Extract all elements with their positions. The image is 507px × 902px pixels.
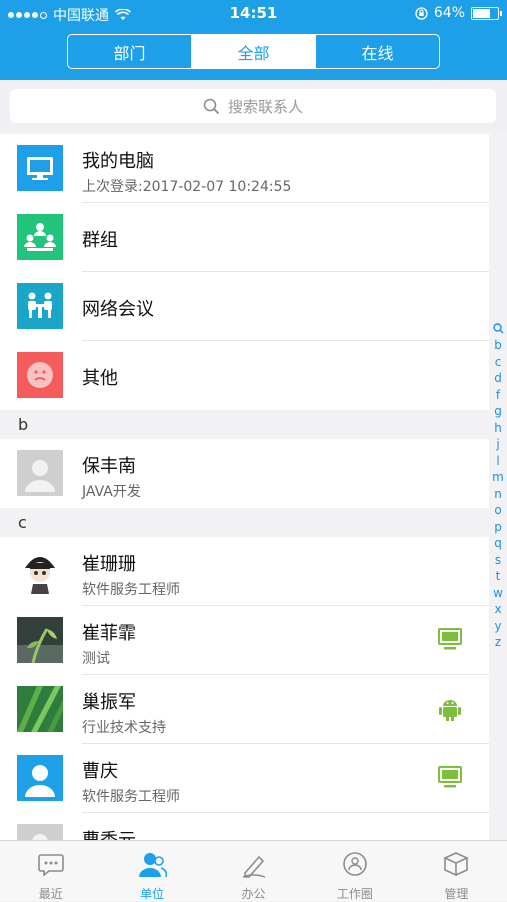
android-icon xyxy=(438,696,462,722)
contact-name: 曹秀元 xyxy=(82,826,136,840)
index-letter-b[interactable]: b xyxy=(494,337,502,354)
photo-leaf-avatar xyxy=(17,686,63,732)
index-search-icon[interactable] xyxy=(492,323,504,334)
default-avatar xyxy=(17,450,63,496)
tab-bar: 最近 单位 办公 工作圈 管理 xyxy=(0,840,507,901)
item-title: 其他 xyxy=(82,368,118,389)
other-icon xyxy=(17,352,63,398)
contact-name: 崔菲霏 xyxy=(82,623,136,644)
contact-row[interactable]: 崔珊珊软件服务工程师 xyxy=(0,537,489,606)
item-subtitle: 上次登录:2017-02-07 10:24:55 xyxy=(82,179,292,195)
search-input[interactable]: 搜索联系人 xyxy=(10,89,496,123)
contact-name: 曹庆 xyxy=(82,761,118,782)
segment-tab-0[interactable]: 部门 xyxy=(68,35,191,68)
group-icon xyxy=(17,214,63,260)
tab-label: 办公 xyxy=(241,887,266,901)
segment-tab-1[interactable]: 全部 xyxy=(191,35,315,68)
section-header-c: c xyxy=(0,508,489,537)
search-area: 搜索联系人 xyxy=(0,80,507,132)
box-icon xyxy=(441,849,471,882)
list-item-other[interactable]: 其他 xyxy=(0,341,489,410)
list-item-group[interactable]: 群组 xyxy=(0,203,489,272)
contact-name: 巢振军 xyxy=(82,692,136,713)
index-letter-y[interactable]: y xyxy=(494,618,501,635)
list-item-meeting[interactable]: 网络会议 xyxy=(0,272,489,341)
section-header-b: b xyxy=(0,410,489,439)
index-letter-s[interactable]: s xyxy=(495,552,501,569)
index-letter-w[interactable]: w xyxy=(493,585,503,602)
photo-plant-avatar xyxy=(17,617,63,664)
segment-tab-2[interactable]: 在线 xyxy=(315,35,439,68)
blue-default-avatar xyxy=(17,755,63,801)
contact-title: 测试 xyxy=(82,651,110,667)
status-bar: 中国联通 14:51 64% xyxy=(0,0,507,28)
chat-icon xyxy=(36,849,66,882)
index-letter-t[interactable]: t xyxy=(496,568,501,585)
header: 中国联通 14:51 64% 部门 全部 在线 xyxy=(0,0,507,80)
contact-row[interactable]: 巢振军 行业技术支持 xyxy=(0,675,489,744)
contact-list: 我的电脑 上次登录:2017-02-07 10:24:55 群组 网络会议 其他 b 保丰南… xyxy=(0,134,489,840)
battery-percent: 64% xyxy=(433,5,465,21)
pc-icon xyxy=(438,765,462,791)
rotation-lock-icon xyxy=(415,6,428,20)
index-letter-m[interactable]: m xyxy=(492,469,504,486)
tab-3[interactable]: 工作圈 xyxy=(304,841,405,901)
contact-row[interactable]: 曹秀元 xyxy=(0,813,489,840)
circle-icon xyxy=(340,849,370,882)
contacts-icon xyxy=(137,849,168,882)
index-letter-l[interactable]: l xyxy=(496,453,499,470)
index-letter-g[interactable]: g xyxy=(494,403,502,420)
contact-name: 崔珊珊 xyxy=(82,554,136,575)
contact-title: 行业技术支持 xyxy=(82,720,166,736)
index-letter-h[interactable]: h xyxy=(494,420,502,437)
index-letter-z[interactable]: z xyxy=(495,634,501,651)
tab-4[interactable]: 管理 xyxy=(406,841,507,901)
contact-title: 软件服务工程师 xyxy=(82,582,180,598)
index-letter-d[interactable]: d xyxy=(494,370,502,387)
contact-row[interactable]: 崔菲霏 测试 xyxy=(0,606,489,675)
tab-label: 最近 xyxy=(38,887,63,901)
segment-control: 部门 全部 在线 xyxy=(67,34,440,69)
computer-icon xyxy=(17,145,63,191)
battery-icon xyxy=(471,6,502,20)
contact-name: 保丰南 xyxy=(82,456,136,477)
pen-icon xyxy=(239,849,269,882)
item-title: 网络会议 xyxy=(82,299,154,320)
search-icon xyxy=(203,98,220,114)
cartoon-avatar xyxy=(17,548,63,594)
list-item-computer[interactable]: 我的电脑上次登录:2017-02-07 10:24:55 xyxy=(0,134,489,203)
index-letter-x[interactable]: x xyxy=(494,601,501,618)
tab-1[interactable]: 单位 xyxy=(101,841,202,901)
tab-2[interactable]: 办公 xyxy=(203,841,304,901)
tab-0[interactable]: 最近 xyxy=(0,841,101,901)
default-avatar xyxy=(17,824,63,840)
contact-title: JAVA开发 xyxy=(82,484,141,500)
item-title: 我的电脑 xyxy=(82,151,154,172)
item-title: 群组 xyxy=(82,230,118,251)
contact-title: 软件服务工程师 xyxy=(82,789,180,805)
tab-label: 工作圈 xyxy=(336,887,373,901)
alphabet-index[interactable]: bcdfghjlmnopqstwxyz xyxy=(489,323,507,651)
index-letter-q[interactable]: q xyxy=(494,535,502,552)
index-letter-p[interactable]: p xyxy=(494,519,502,536)
index-letter-f[interactable]: f xyxy=(496,387,500,404)
meeting-icon xyxy=(17,283,63,329)
contact-row[interactable]: 曹庆 软件服务工程师 xyxy=(0,744,489,813)
index-letter-c[interactable]: c xyxy=(495,354,502,371)
index-letter-n[interactable]: n xyxy=(494,486,502,503)
tab-label: 管理 xyxy=(444,887,469,901)
search-placeholder: 搜索联系人 xyxy=(227,97,303,116)
index-letter-o[interactable]: o xyxy=(494,502,501,519)
contact-row[interactable]: 保丰南 JAVA开发 xyxy=(0,439,489,508)
tab-label: 单位 xyxy=(140,887,165,901)
index-letter-j[interactable]: j xyxy=(496,436,499,453)
pc-icon xyxy=(438,627,462,653)
